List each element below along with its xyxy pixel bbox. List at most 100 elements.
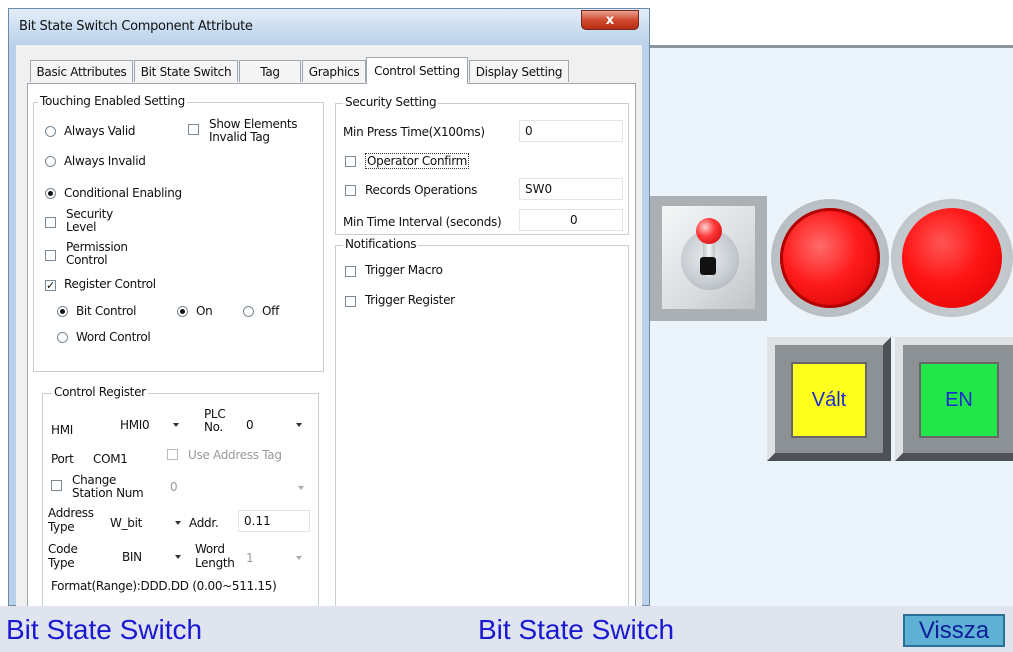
tab-graphics[interactable]: Graphics	[302, 60, 366, 82]
trigger-register-label: Trigger Register	[365, 293, 455, 307]
code-type-select-value[interactable]: BIN	[122, 550, 142, 564]
change-station-label-2: Station Num	[72, 486, 144, 500]
min-press-time-label: Min Press Time(X100ms)	[343, 125, 485, 139]
register-control-checkbox[interactable]: ✓	[45, 280, 56, 291]
addr-label: Addr.	[189, 516, 219, 530]
operator-confirm-checkbox[interactable]	[345, 156, 356, 167]
tab-tag[interactable]: Tag	[239, 60, 301, 82]
on-label: On	[196, 304, 213, 318]
show-invalid-tag-checkbox[interactable]	[188, 124, 199, 135]
hmi-label: HMI	[51, 423, 74, 437]
operator-confirm-label: Operator Confirm	[365, 153, 470, 169]
change-station-label-1: Change	[72, 473, 117, 487]
footer-center-title: Bit State Switch	[478, 614, 675, 645]
footer-left-title: Bit State Switch	[6, 614, 203, 645]
always-invalid-label: Always Invalid	[64, 154, 146, 168]
tab-label: Bit State Switch	[140, 64, 232, 79]
tab-label: Display Setting	[475, 64, 563, 79]
trigger-register-checkbox[interactable]	[345, 296, 356, 307]
register-control-label: Register Control	[64, 277, 156, 291]
hmi-screen-border	[650, 45, 1013, 48]
security-level-checkbox[interactable]	[45, 217, 56, 228]
tab-basic-attributes[interactable]: Basic Attributes	[30, 60, 133, 82]
toggle-slot	[700, 257, 716, 275]
tab-label: Control Setting	[374, 64, 460, 78]
permission-control-label-2: Control	[66, 253, 108, 267]
back-button-label: Vissza	[918, 616, 990, 644]
conditional-enabling-radio[interactable]	[45, 188, 56, 199]
min-press-time-input[interactable]: 0	[519, 120, 623, 142]
records-operations-label: Records Operations	[365, 183, 478, 197]
security-level-label-2: Level	[66, 220, 97, 234]
tab-display-setting[interactable]: Display Setting	[469, 60, 569, 82]
close-icon: x	[605, 12, 615, 28]
always-valid-label: Always Valid	[64, 124, 136, 138]
change-station-checkbox[interactable]	[51, 480, 62, 491]
on-radio[interactable]	[177, 306, 188, 317]
port-label: Port	[51, 452, 74, 466]
tab-control-setting[interactable]: Control Setting	[366, 57, 468, 84]
code-type-dropdown-arrow-icon[interactable]	[175, 555, 181, 559]
word-length-dropdown-arrow-icon[interactable]	[296, 556, 302, 560]
code-type-label-2: Type	[48, 556, 75, 570]
plc-no-label-1: PLC	[204, 407, 226, 421]
word-length-select-value[interactable]: 1	[246, 551, 254, 565]
code-type-label-1: Code	[48, 542, 78, 556]
off-label: Off	[262, 304, 279, 318]
red-lamp-1[interactable]	[780, 208, 880, 308]
valt-button-label: Vált	[811, 388, 847, 411]
security-level-label-1: Security	[66, 207, 113, 221]
red-lamp-2[interactable]	[902, 208, 1002, 308]
plc-no-dropdown-arrow-icon[interactable]	[296, 423, 302, 427]
always-invalid-radio[interactable]	[45, 156, 56, 167]
trigger-macro-checkbox[interactable]	[345, 266, 356, 277]
touching-group-title: Touching Enabled Setting	[38, 94, 187, 108]
hmi-screen	[650, 45, 1013, 607]
hmi-dropdown-arrow-icon[interactable]	[173, 423, 179, 427]
bit-control-radio[interactable]	[57, 306, 68, 317]
address-type-select-value[interactable]: W_bit	[110, 516, 142, 530]
records-operations-input[interactable]: SW0	[519, 178, 623, 200]
show-invalid-tag-label-1: Show Elements	[209, 117, 298, 131]
min-time-interval-input[interactable]: 0	[519, 209, 623, 231]
hmi-select-value[interactable]: HMI0	[120, 418, 150, 432]
word-length-label-2: Length	[195, 556, 235, 570]
dialog-title: Bit State Switch Component Attribute	[19, 19, 253, 34]
tab-label: Tag	[260, 64, 280, 79]
address-type-label-1: Address	[48, 506, 94, 520]
min-time-interval-label: Min Time Interval (seconds)	[343, 215, 502, 229]
permission-control-label-1: Permission	[66, 240, 128, 254]
permission-control-checkbox[interactable]	[45, 250, 56, 261]
bit-control-label: Bit Control	[76, 304, 137, 318]
word-control-label: Word Control	[76, 330, 151, 344]
records-operations-checkbox[interactable]	[345, 185, 356, 196]
tab-label: Basic Attributes	[36, 64, 127, 79]
station-num-dropdown-arrow-icon[interactable]	[298, 486, 304, 490]
always-valid-radio[interactable]	[45, 126, 56, 137]
port-value: COM1	[93, 452, 128, 466]
trigger-macro-label: Trigger Macro	[365, 263, 443, 277]
tab-label: Graphics	[308, 64, 360, 79]
en-button-label: EN	[945, 388, 973, 411]
station-num-value[interactable]: 0	[170, 480, 178, 494]
plc-no-label-2: No.	[204, 420, 224, 434]
word-control-radio[interactable]	[57, 332, 68, 343]
word-length-label-1: Word	[195, 542, 225, 556]
off-radio[interactable]	[243, 306, 254, 317]
format-range-text: Format(Range):DDD.DD (0.00~511.15)	[51, 579, 277, 593]
valt-button[interactable]: Vált	[791, 362, 867, 438]
plc-no-select-value[interactable]: 0	[246, 418, 254, 432]
use-address-tag-checkbox[interactable]	[167, 449, 178, 460]
security-group-title: Security Setting	[343, 95, 439, 109]
close-button[interactable]: x	[581, 10, 639, 30]
address-type-dropdown-arrow-icon[interactable]	[175, 521, 181, 525]
back-button[interactable]: Vissza	[903, 614, 1005, 647]
addr-input[interactable]: 0.11	[238, 510, 310, 532]
show-invalid-tag-label-2: Invalid Tag	[209, 130, 270, 144]
en-button[interactable]: EN	[919, 362, 999, 438]
use-address-tag-label: Use Address Tag	[188, 448, 282, 462]
tab-bit-state-switch[interactable]: Bit State Switch	[134, 60, 238, 82]
notifications-group-title: Notifications	[343, 237, 419, 251]
conditional-enabling-label: Conditional Enabling	[64, 186, 182, 200]
control-register-title: Control Register	[52, 385, 148, 399]
